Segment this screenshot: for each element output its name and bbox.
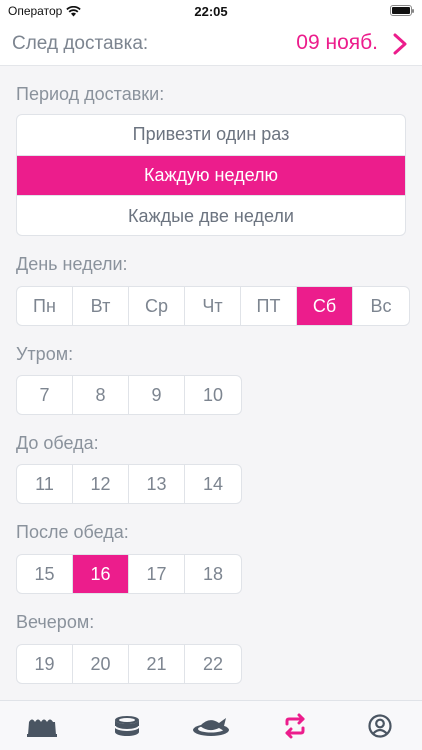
next-delivery-header[interactable]: След доставка: 09 нояб. [0, 24, 422, 66]
weekday-sun[interactable]: Вс [353, 287, 409, 325]
hour-slot-selected[interactable]: 16 [73, 555, 129, 593]
status-bar: Оператор 22:05 [0, 0, 422, 24]
before-lunch-slots[interactable]: 11 12 13 14 [16, 464, 242, 504]
next-delivery-label: След доставка: [12, 33, 149, 54]
tab-subscription[interactable] [253, 701, 337, 750]
evening-slots[interactable]: 19 20 21 22 [16, 644, 242, 684]
morning-label: Утром: [16, 344, 74, 364]
hour-slot[interactable]: 18 [185, 555, 241, 593]
weekday-label: День недели: [16, 254, 128, 274]
period-option-biweekly[interactable]: Каждые две недели [17, 196, 405, 235]
repeat-icon [285, 713, 305, 738]
evening-label: Вечером: [16, 612, 95, 632]
hour-slot[interactable]: 12 [73, 465, 129, 503]
chevron-right-icon[interactable] [392, 33, 408, 55]
fish-plate-icon [193, 717, 230, 736]
tab-profile[interactable] [338, 701, 422, 750]
hour-slot[interactable]: 17 [129, 555, 185, 593]
weekday-tue[interactable]: Вт [73, 287, 129, 325]
hour-slot[interactable]: 9 [129, 376, 185, 414]
hour-slot[interactable]: 10 [185, 376, 241, 414]
weekday-thu[interactable]: Чт [185, 287, 241, 325]
hour-slot[interactable]: 8 [73, 376, 129, 414]
period-label: Период доставки: [16, 84, 165, 104]
period-option-once[interactable]: Привезти один раз [17, 115, 405, 156]
weekday-fri[interactable]: ПТ [241, 287, 297, 325]
battery-icon [390, 5, 414, 16]
after-lunch-label: После обеда: [16, 522, 129, 542]
weekday-mon[interactable]: Пн [17, 287, 73, 325]
hour-slot[interactable]: 14 [185, 465, 241, 503]
hour-slot[interactable]: 11 [17, 465, 73, 503]
profile-icon [368, 713, 392, 738]
after-lunch-slots[interactable]: 15 16 17 18 [16, 554, 242, 594]
hour-slot[interactable]: 22 [185, 645, 241, 683]
status-time: 22:05 [194, 4, 228, 19]
hour-slot[interactable]: 21 [129, 645, 185, 683]
morning-slots[interactable]: 7 8 9 10 [16, 375, 242, 415]
tab-bakery[interactable] [0, 701, 84, 750]
hour-slot[interactable]: 19 [17, 645, 73, 683]
food-tin-icon [113, 715, 140, 736]
period-option-weekly[interactable]: Каждую неделю [17, 155, 405, 197]
weekday-selector[interactable]: Пн Вт Ср Чт ПТ Сб Вс [16, 286, 410, 326]
next-delivery-date[interactable]: 09 нояб. [296, 31, 378, 55]
delivery-settings[interactable]: Период доставки: Привезти один раз Кажду… [0, 66, 422, 700]
tab-fish[interactable] [169, 701, 253, 750]
hour-slot[interactable]: 15 [17, 555, 73, 593]
tab-canned[interactable] [84, 701, 168, 750]
tab-bar[interactable] [0, 700, 422, 750]
before-lunch-label: До обеда: [16, 433, 99, 453]
weekday-wed[interactable]: Ср [129, 287, 185, 325]
hour-slot[interactable]: 7 [17, 376, 73, 414]
weekday-sat[interactable]: Сб [297, 287, 353, 325]
hour-slot[interactable]: 13 [129, 465, 185, 503]
period-selector[interactable]: Привезти один раз Каждую неделю Каждые д… [16, 114, 406, 236]
bakery-tray-icon [27, 719, 58, 737]
hour-slot[interactable]: 20 [73, 645, 129, 683]
